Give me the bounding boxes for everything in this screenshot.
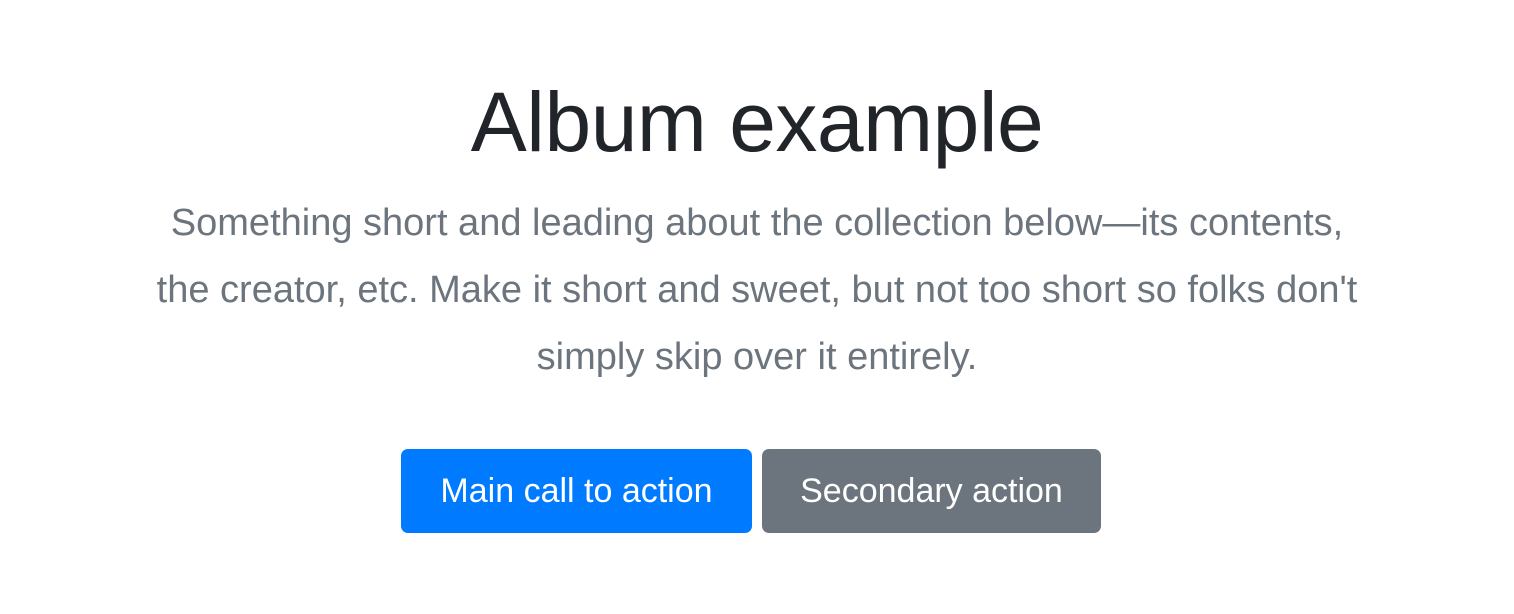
- main-call-to-action-button[interactable]: Main call to action: [401, 449, 752, 533]
- page-title: Album example: [470, 75, 1044, 169]
- hero-section: Album example Something short and leadin…: [0, 0, 1514, 614]
- hero-actions: Main call to action Secondary action: [0, 449, 1514, 533]
- lead-line-3: simply skip over it entirely.: [536, 336, 978, 378]
- lead-line-2: the creator, etc. Make it short and swee…: [156, 269, 1358, 311]
- secondary-action-button[interactable]: Secondary action: [762, 449, 1101, 533]
- lead-line-1: Something short and leading about the co…: [170, 202, 1344, 244]
- lead-text: Something short and leading about the co…: [77, 190, 1437, 391]
